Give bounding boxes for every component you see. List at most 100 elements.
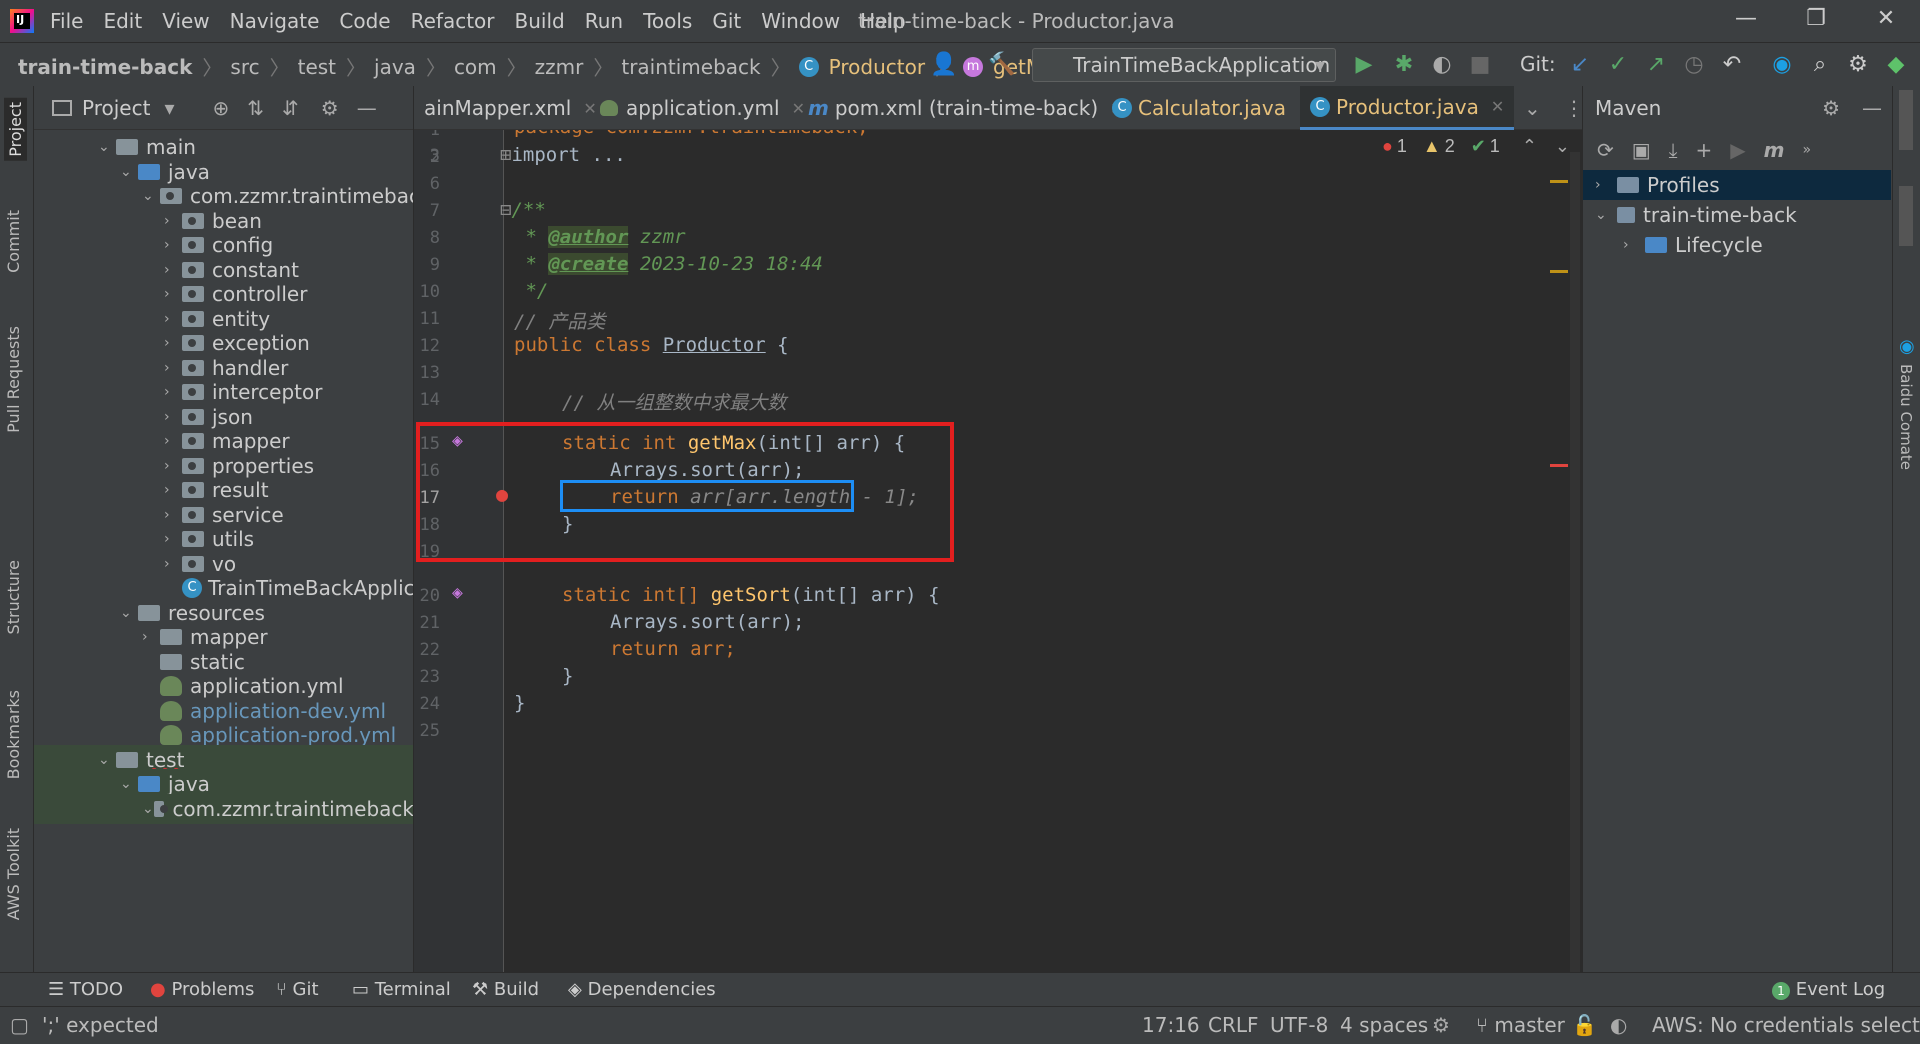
aws-credentials[interactable]: AWS: No credentials selected <box>1652 1013 1920 1037</box>
tool-todo[interactable]: ☰ TODO <box>48 979 123 1000</box>
rollback-icon[interactable]: ↶ <box>1718 51 1746 79</box>
expand-all-icon[interactable]: ⇅ <box>247 96 264 120</box>
tab-bookmarks[interactable]: Bookmarks <box>4 690 23 779</box>
coverage-icon[interactable]: ◐ <box>1428 51 1456 79</box>
line-separator[interactable]: CRLF <box>1208 1013 1259 1037</box>
chevron-right-icon[interactable]: › <box>164 335 182 351</box>
tab-commit[interactable]: Commit <box>4 210 23 273</box>
git-update-icon[interactable]: ↙ <box>1566 51 1594 79</box>
tab-pom-xml[interactable]: m pom.xml (train-time-back)✕ <box>798 86 1134 130</box>
collapse-all-icon[interactable]: ⇵ <box>282 96 299 120</box>
menu-tools[interactable]: Tools <box>643 9 692 33</box>
restore-icon[interactable]: ❐ <box>1796 6 1836 36</box>
chevron-right-icon[interactable]: › <box>164 384 182 400</box>
breadcrumb-item[interactable]: train-time-back <box>18 55 192 79</box>
menu-file[interactable]: File <box>50 9 83 33</box>
run-icon[interactable]: ▶ <box>1350 51 1378 79</box>
warning-stripe-mark[interactable] <box>1550 180 1568 183</box>
chevron-right-icon[interactable]: › <box>164 458 182 474</box>
chevron-right-icon[interactable]: › <box>164 507 182 523</box>
tab-mapper-xml[interactable]: ainMapper.xml ✕ <box>414 86 607 130</box>
code-editor[interactable]: 1 2 3 6 7 8 9 10 11 12 13 14 15 16 17 18 19 20 21 22 23 24 25 … <box>414 130 1582 1006</box>
menu-window[interactable]: Window <box>761 9 840 33</box>
git-history-icon[interactable]: ◷ <box>1680 51 1708 79</box>
settings-gear-icon[interactable]: ⚙ <box>1844 51 1872 79</box>
tab-pull-requests[interactable]: Pull Requests <box>4 326 23 433</box>
chevron-down-icon[interactable]: ⌄ <box>120 164 138 180</box>
tree-item[interactable]: ⌄ com.zzmr.traintimeback <box>34 793 413 824</box>
tab-productor-java[interactable]: C Productor.java ✕ <box>1300 86 1515 130</box>
menu-code[interactable]: Code <box>339 9 390 33</box>
breadcrumb-item[interactable]: com <box>454 55 497 79</box>
error-stripe-mark[interactable] <box>1550 464 1568 467</box>
maven-item-profiles[interactable]: › Profiles <box>1583 170 1891 200</box>
chevron-down-icon[interactable]: ⌄ <box>98 752 116 768</box>
breadcrumb-item[interactable]: zzmr <box>535 55 584 79</box>
chevron-right-icon[interactable]: › <box>164 286 182 302</box>
user-icon[interactable]: 👤 <box>930 51 958 79</box>
code-fold-import[interactable]: ⊞import ... <box>500 144 626 166</box>
menu-navigate[interactable]: Navigate <box>230 9 320 33</box>
tab-project[interactable]: Project <box>4 98 27 161</box>
build-hammer-icon[interactable]: 🔨 <box>988 51 1016 79</box>
chevron-right-icon[interactable]: › <box>164 213 182 229</box>
prev-highlight-icon[interactable]: ⌃ <box>1522 136 1537 157</box>
caret-position[interactable]: 17:16 <box>1142 1013 1200 1037</box>
chevron-right-icon[interactable]: › <box>164 360 182 376</box>
lock-icon[interactable]: 🔓 <box>1572 1013 1597 1037</box>
comate-icon[interactable]: ◉ <box>1768 51 1796 79</box>
breadcrumb-item[interactable]: test <box>298 55 336 79</box>
add-icon[interactable]: + <box>1696 138 1713 162</box>
chevron-right-icon[interactable]: › <box>164 531 182 547</box>
stop-icon[interactable]: ■ <box>1466 51 1494 79</box>
hide-panel-icon[interactable]: — <box>357 96 377 120</box>
gear-icon[interactable]: ⚙ <box>321 96 339 120</box>
breadcrumb-item[interactable]: java <box>374 55 416 79</box>
tool-git[interactable]: ⑂ Git <box>276 979 319 1000</box>
breadcrumb-item[interactable]: src <box>230 55 259 79</box>
file-encoding[interactable]: UTF-8 <box>1270 1013 1328 1037</box>
chevron-right-icon[interactable]: › <box>164 433 182 449</box>
code-style-icon[interactable]: ⚙ <box>1432 1013 1450 1037</box>
run-config-selector[interactable]: TrainTimeBackApplication ▾ <box>1032 48 1336 82</box>
hide-panel-icon[interactable]: — <box>1862 96 1882 120</box>
chevron-down-icon[interactable]: ▾ <box>164 96 174 120</box>
tab-application-yml[interactable]: application.yml ✕ <box>590 86 815 130</box>
chevron-right-icon[interactable]: › <box>164 482 182 498</box>
chevron-right-icon[interactable]: › <box>164 262 182 278</box>
chevron-right-icon[interactable]: › <box>142 629 160 645</box>
add-folder-icon[interactable]: ▣ <box>1632 138 1651 162</box>
maven-stripe-tab[interactable] <box>1899 90 1913 150</box>
next-highlight-icon[interactable]: ⌄ <box>1555 136 1570 157</box>
tab-aws-toolkit[interactable]: AWS Toolkit <box>4 828 23 920</box>
close-icon[interactable]: ✕ <box>1866 6 1906 36</box>
database-stripe-tab[interactable] <box>1899 186 1913 246</box>
chevron-right-icon[interactable]: › <box>164 409 182 425</box>
chevron-right-icon[interactable]: › <box>164 556 182 572</box>
chevron-down-icon[interactable]: ⌄ <box>120 776 138 792</box>
menu-run[interactable]: Run <box>585 9 623 33</box>
tool-event-log[interactable]: 1 Event Log <box>1772 979 1885 1000</box>
tab-baidu-comate[interactable]: Baidu Comate <box>1897 364 1915 470</box>
more-chevron-icon[interactable]: » <box>1803 142 1812 158</box>
menu-edit[interactable]: Edit <box>103 9 142 33</box>
git-commit-icon[interactable]: ✓ <box>1604 51 1632 79</box>
inspection-widget[interactable]: ● 1 ▲ 2 ✔ 1 ⌃ ⌄ <box>1382 136 1570 157</box>
git-push-icon[interactable]: ↗ <box>1642 51 1670 79</box>
indent-setting[interactable]: 4 spaces <box>1340 1013 1428 1037</box>
debug-icon[interactable]: ✱ <box>1390 51 1418 79</box>
method-implementation-icon[interactable]: ◈ <box>452 582 463 603</box>
tool-terminal[interactable]: ▭ Terminal <box>352 979 451 1000</box>
tab-calculator-java[interactable]: C Calculator.java✕ <box>1102 86 1321 130</box>
menu-git[interactable]: Git <box>712 9 741 33</box>
chevron-down-icon[interactable]: ⌄ <box>142 188 160 204</box>
plugin-icon[interactable]: ◆ <box>1882 51 1910 79</box>
tool-dependencies[interactable]: ◈ Dependencies <box>568 979 716 1000</box>
chevron-down-icon[interactable]: ⌄ <box>120 605 138 621</box>
menu-view[interactable]: View <box>162 9 209 33</box>
project-panel-title[interactable]: Project <box>82 96 150 120</box>
execute-goal-icon[interactable]: m <box>1764 138 1785 162</box>
git-branch[interactable]: ⑂ master <box>1476 1013 1565 1037</box>
warning-stripe-mark[interactable] <box>1550 270 1568 273</box>
tabs-overflow-icon[interactable]: ⌄ <box>1514 86 1551 130</box>
